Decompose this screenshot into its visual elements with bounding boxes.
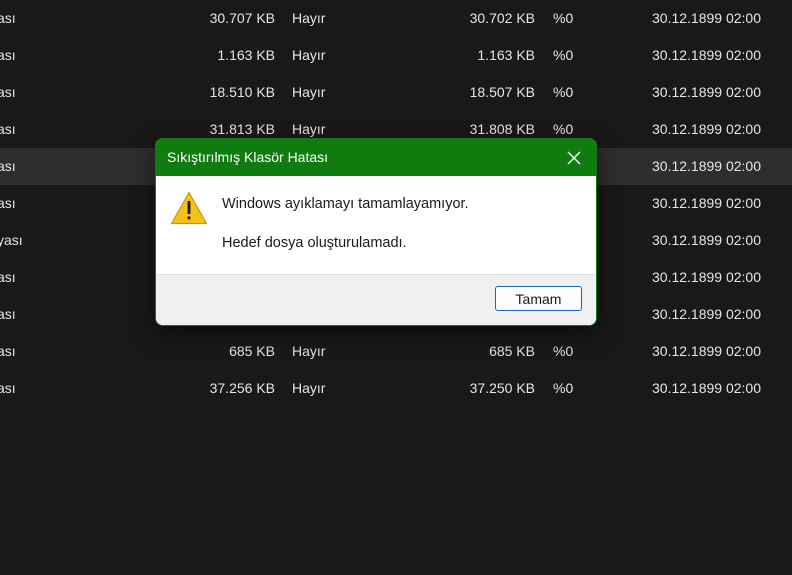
cell-ratio: %0 <box>553 10 574 26</box>
ok-button[interactable]: Tamam <box>495 286 582 311</box>
cell-type: yası <box>0 232 23 248</box>
cell-date: 30.12.1899 02:00 <box>652 306 761 322</box>
dialog-footer: Tamam <box>156 274 596 325</box>
table-row[interactable]: ası 37.256 KB Hayır 37.250 KB %0 30.12.1… <box>0 370 792 407</box>
error-message-detail: Hedef dosya oluşturulamadı. <box>222 235 407 251</box>
cell-date: 30.12.1899 02:00 <box>652 380 761 396</box>
cell-type: ası <box>0 195 16 211</box>
cell-size: 1.163 KB <box>477 47 535 63</box>
cell-type: ası <box>0 343 16 359</box>
cell-date: 30.12.1899 02:00 <box>652 269 761 285</box>
cell-date: 30.12.1899 02:00 <box>652 343 761 359</box>
cell-date: 30.12.1899 02:00 <box>652 121 761 137</box>
cell-packed-size: 18.510 KB <box>209 84 275 100</box>
dialog-title: Sıkıştırılmış Klasör Hatası <box>167 149 329 165</box>
cell-protected: Hayır <box>292 84 326 100</box>
table-row[interactable]: ası 685 KB Hayır 685 KB %0 30.12.1899 02… <box>0 333 792 370</box>
cell-protected: Hayır <box>292 10 326 26</box>
cell-protected: Hayır <box>292 343 326 359</box>
cell-ratio: %0 <box>553 84 574 100</box>
cell-packed-size: 37.256 KB <box>209 380 275 396</box>
cell-size: 685 KB <box>489 343 535 359</box>
cell-date: 30.12.1899 02:00 <box>652 158 761 174</box>
error-dialog: Sıkıştırılmış Klasör Hatası Windows ayık… <box>155 138 597 326</box>
cell-ratio: %0 <box>553 380 574 396</box>
cell-type: ası <box>0 84 16 100</box>
cell-ratio: %0 <box>553 47 574 63</box>
cell-packed-size: 1.163 KB <box>217 47 275 63</box>
cell-date: 30.12.1899 02:00 <box>652 10 761 26</box>
cell-size: 18.507 KB <box>469 84 535 100</box>
cell-type: ası <box>0 121 16 137</box>
cell-protected: Hayır <box>292 47 326 63</box>
dialog-titlebar[interactable]: Sıkıştırılmış Klasör Hatası <box>156 139 596 176</box>
cell-type: ası <box>0 269 16 285</box>
cell-type: ası <box>0 158 16 174</box>
cell-size: 37.250 KB <box>469 380 535 396</box>
error-message-primary: Windows ayıklamayı tamamlayamıyor. <box>222 196 469 212</box>
cell-date: 30.12.1899 02:00 <box>652 84 761 100</box>
dialog-body: Windows ayıklamayı tamamlayamıyor. Hedef… <box>156 176 596 275</box>
table-row[interactable]: ası 1.163 KB Hayır 1.163 KB %0 30.12.189… <box>0 37 792 74</box>
warning-icon <box>170 191 208 225</box>
close-button[interactable] <box>552 139 596 176</box>
cell-type: ası <box>0 47 16 63</box>
table-row[interactable]: ası 30.707 KB Hayır 30.702 KB %0 30.12.1… <box>0 0 792 37</box>
cell-ratio: %0 <box>553 343 574 359</box>
cell-protected: Hayır <box>292 380 326 396</box>
cell-type: ası <box>0 380 16 396</box>
cell-packed-size: 30.707 KB <box>209 10 275 26</box>
cell-date: 30.12.1899 02:00 <box>652 47 761 63</box>
cell-type: ası <box>0 10 16 26</box>
cell-packed-size: 685 KB <box>229 343 275 359</box>
cell-size: 30.702 KB <box>469 10 535 26</box>
close-icon <box>567 151 581 164</box>
cell-type: ası <box>0 306 16 322</box>
table-row[interactable]: ası 18.510 KB Hayır 18.507 KB %0 30.12.1… <box>0 74 792 111</box>
cell-date: 30.12.1899 02:00 <box>652 195 761 211</box>
cell-date: 30.12.1899 02:00 <box>652 232 761 248</box>
